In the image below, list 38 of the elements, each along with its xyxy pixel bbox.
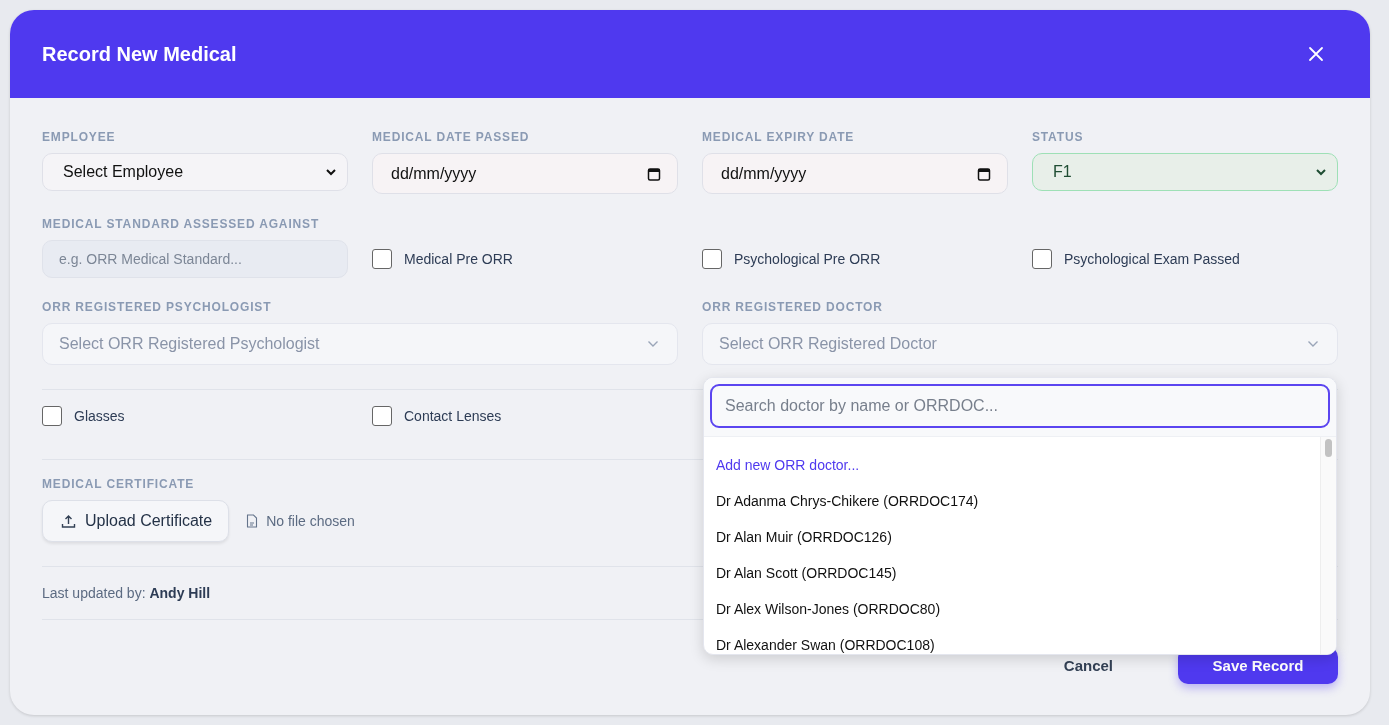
field-label: MEDICAL STANDARD ASSESSED AGAINST [42, 217, 321, 231]
field-label: ORR REGISTERED PSYCHOLOGIST [42, 300, 273, 314]
field-label: MEDICAL CERTIFICATE [42, 477, 196, 491]
field-label: MEDICAL DATE PASSED [372, 130, 531, 144]
file-icon [246, 514, 259, 528]
dropdown-option[interactable]: Dr Alan Scott (ORRDOC145) [716, 555, 1308, 591]
checkbox[interactable]: Medical Pre ORR [372, 240, 678, 278]
close-icon [1308, 46, 1324, 62]
select-field[interactable]: Select Employee [42, 153, 348, 191]
dropdown-option[interactable]: Dr Alan Muir (ORRDOC126) [716, 519, 1308, 555]
field-label: ORR REGISTERED DOCTOR [702, 300, 884, 314]
date-field[interactable]: dd/mm/yyyy [372, 153, 678, 194]
last-updated-text: Last updated by: Andy Hill [42, 585, 212, 601]
checkbox[interactable]: Contact Lenses [372, 397, 678, 435]
add-doctor-link[interactable]: Add new ORR doctor... [716, 447, 1308, 483]
chevron-down-icon [647, 340, 659, 348]
chevron-down-icon [1307, 340, 1319, 348]
field-label: MEDICAL EXPIRY DATE [702, 130, 856, 144]
chevron-down-icon [325, 168, 337, 176]
checkbox[interactable]: Psychological Exam Passed [1032, 240, 1338, 278]
dropdown-option[interactable]: Dr Alex Wilson-Jones (ORRDOC80) [716, 591, 1308, 627]
field-label: EMPLOYEE [42, 130, 117, 144]
date-field[interactable]: dd/mm/yyyy [702, 153, 1008, 194]
chevron-down-icon [1315, 168, 1327, 176]
file-status: No file chosen [266, 513, 355, 529]
select-field[interactable]: F1 [1032, 153, 1338, 191]
checkbox[interactable]: Glasses [42, 397, 348, 435]
dialog-title: Record New Medical [42, 42, 237, 66]
dropdown-option[interactable]: Dr Adanma Chrys-Chikere (ORRDOC174) [716, 483, 1308, 519]
calendar-icon [977, 166, 991, 181]
checkbox[interactable]: Psychological Pre ORR [702, 240, 1008, 278]
upload-button[interactable]: Upload Certificate [42, 500, 230, 542]
calendar-icon [647, 166, 661, 181]
search-field[interactable]: Search doctor by name or ORRDOC... [710, 384, 1330, 428]
input-field[interactable]: e.g. ORR Medical Standard... [42, 240, 348, 278]
upload-icon [61, 513, 76, 529]
field-label: STATUS [1032, 130, 1085, 144]
scrollbar[interactable] [1320, 437, 1336, 654]
